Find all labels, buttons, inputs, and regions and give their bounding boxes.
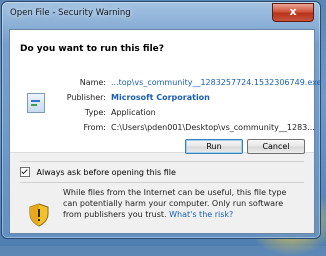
shield-warning-icon [29, 203, 49, 227]
always-ask-checkbox[interactable] [20, 167, 30, 177]
field-name-row: Name: ...top\vs_community__1283257724.15… [56, 78, 322, 93]
name-value-link[interactable]: ...top\vs_community__1283257724.15323067… [111, 78, 322, 87]
publisher-label: Publisher: [66, 93, 106, 102]
from-label: From: [83, 123, 106, 132]
publisher-value-link[interactable]: Microsoft Corporation [111, 93, 210, 102]
run-button[interactable]: Run [185, 139, 243, 154]
question-header: Do you want to run this file? [10, 30, 314, 68]
field-publisher-row: Publisher: Microsoft Corporation [56, 93, 311, 108]
from-value: C:\Users\pden001\Desktop\vs_community__1… [111, 123, 315, 132]
whats-the-risk-link[interactable]: What's the risk? [169, 210, 233, 219]
name-label: Name: [79, 78, 106, 87]
type-value: Application [111, 108, 156, 117]
dialog-content: Do you want to run this file? Name: ...t… [9, 29, 322, 234]
close-button[interactable]: x [272, 3, 314, 22]
warning-message: While files from the Internet can be use… [63, 187, 303, 220]
separator [20, 161, 304, 162]
window-title: Open File - Security Warning [10, 8, 131, 18]
type-label: Type: [84, 108, 106, 117]
dialog-question: Do you want to run this file? [20, 44, 164, 54]
cancel-button[interactable]: Cancel [247, 139, 305, 154]
always-ask-label[interactable]: Always ask before opening this file [37, 168, 176, 177]
field-type-row: Type: Application [56, 108, 311, 123]
always-ask-row: Always ask before opening this file [20, 167, 176, 177]
application-icon [27, 93, 45, 113]
field-from-row: From: C:\Users\pden001\Desktop\vs_commun… [56, 123, 314, 138]
security-warning-dialog: Open File - Security Warning x Do you wa… [1, 1, 322, 239]
separator [20, 182, 304, 183]
file-info-fields: Name: ...top\vs_community__1283257724.15… [56, 78, 322, 138]
title-bar[interactable]: Open File - Security Warning x [2, 2, 320, 24]
